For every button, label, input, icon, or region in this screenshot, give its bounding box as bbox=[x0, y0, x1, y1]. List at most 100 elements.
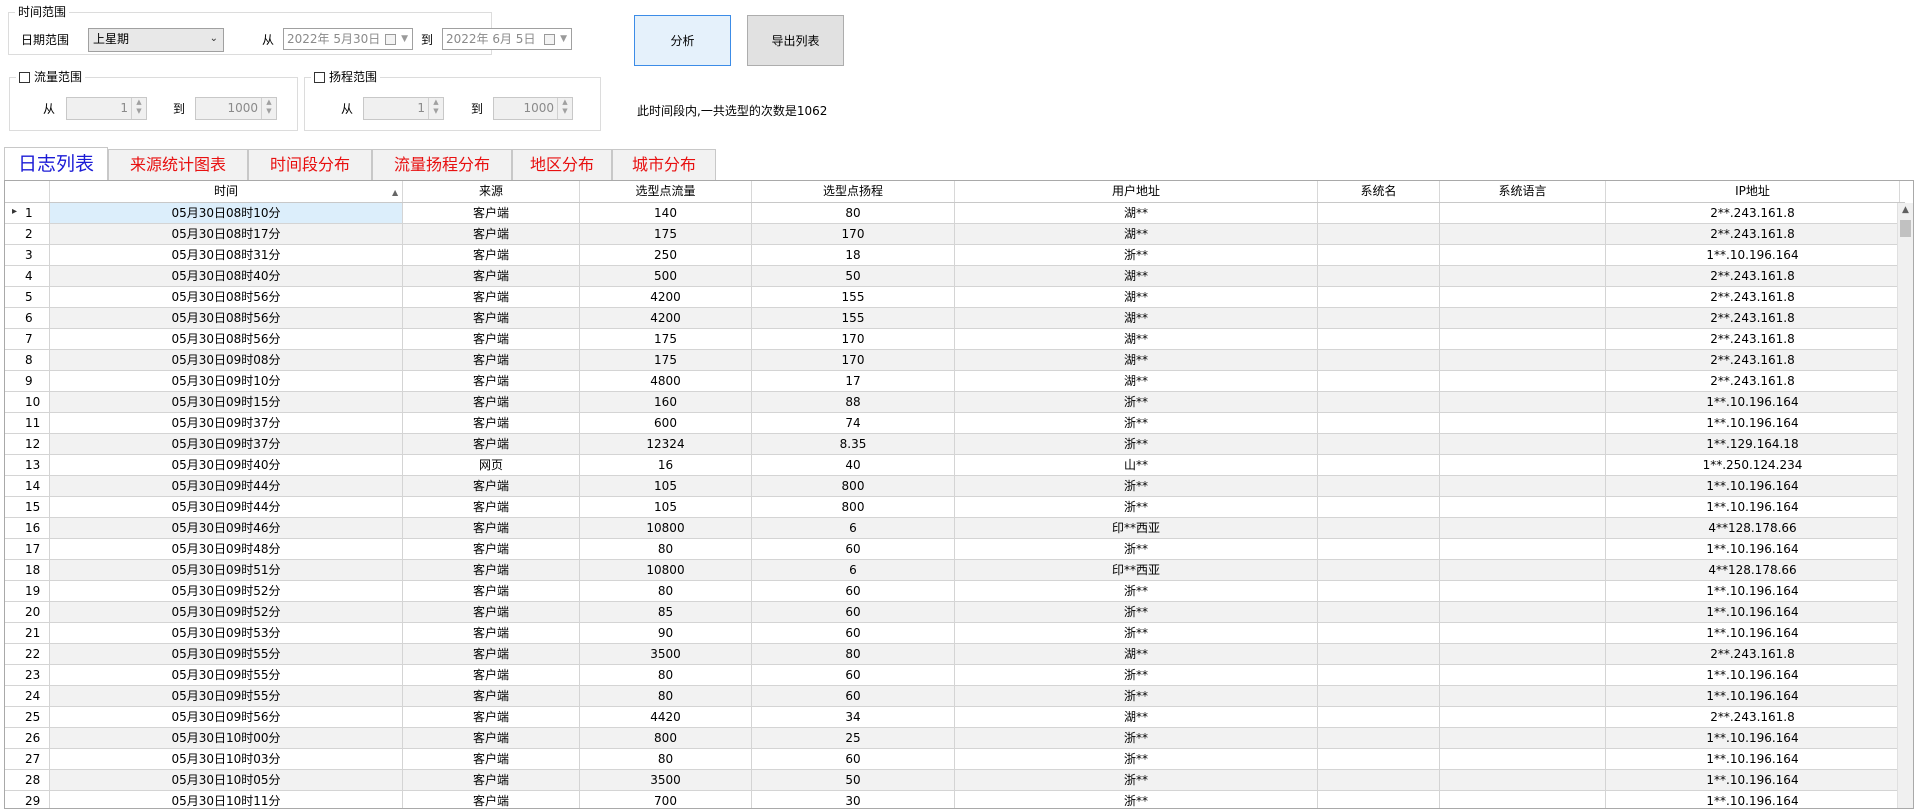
cell-time[interactable]: 05月30日09时55分 bbox=[50, 686, 403, 707]
table-row[interactable]: 1 05月30日08时10分 客户端 140 80 湖** 2**.243.161.8 ▸ bbox=[5, 203, 1900, 224]
cell-user-address[interactable]: 湖** bbox=[955, 266, 1318, 287]
table-row[interactable]: 11 05月30日09时37分 客户端 600 74 浙** 1**.10.196.164 bbox=[5, 413, 1900, 434]
cell-user-address[interactable]: 浙** bbox=[955, 497, 1318, 518]
cell-ip-address[interactable]: 1**.10.196.164 bbox=[1606, 476, 1900, 497]
cell-source[interactable]: 客户端 bbox=[403, 245, 580, 266]
cell-system-name[interactable] bbox=[1318, 707, 1440, 728]
cell-ip-address[interactable]: 2**.243.161.8 bbox=[1606, 329, 1900, 350]
flow-range-checkbox[interactable] bbox=[19, 71, 30, 83]
cell-user-address[interactable]: 湖** bbox=[955, 371, 1318, 392]
cell-system-language[interactable] bbox=[1440, 560, 1606, 581]
cell-flow[interactable]: 4200 bbox=[580, 287, 752, 308]
cell-source[interactable]: 客户端 bbox=[403, 497, 580, 518]
cell-system-language[interactable] bbox=[1440, 308, 1606, 329]
cell-source[interactable]: 客户端 bbox=[403, 266, 580, 287]
cell-time[interactable]: 05月30日09时15分 bbox=[50, 392, 403, 413]
cell-flow[interactable]: 140 bbox=[580, 203, 752, 224]
cell-system-language[interactable] bbox=[1440, 497, 1606, 518]
row-number[interactable]: 14 bbox=[5, 476, 50, 497]
cell-head[interactable]: 60 bbox=[752, 749, 955, 770]
from-date-picker[interactable]: 2022年 5月30日 ▼ bbox=[283, 28, 413, 50]
cell-system-name[interactable] bbox=[1318, 455, 1440, 476]
scroll-up-icon[interactable]: ▲ bbox=[1898, 205, 1913, 215]
table-row[interactable]: 9 05月30日09时10分 客户端 4800 17 湖** 2**.243.161.8 bbox=[5, 371, 1900, 392]
cell-head[interactable]: 8.35 bbox=[752, 434, 955, 455]
row-number[interactable]: 12 bbox=[5, 434, 50, 455]
cell-flow[interactable]: 12324 bbox=[580, 434, 752, 455]
cell-system-language[interactable] bbox=[1440, 392, 1606, 413]
cell-system-name[interactable] bbox=[1318, 518, 1440, 539]
cell-user-address[interactable]: 浙** bbox=[955, 623, 1318, 644]
scroll-thumb[interactable] bbox=[1900, 220, 1911, 237]
row-number[interactable]: 23 bbox=[5, 665, 50, 686]
cell-system-name[interactable] bbox=[1318, 665, 1440, 686]
cell-head[interactable]: 80 bbox=[752, 203, 955, 224]
cell-system-name[interactable] bbox=[1318, 749, 1440, 770]
cell-ip-address[interactable]: 1**.129.164.18 bbox=[1606, 434, 1900, 455]
tab-time-distribution[interactable]: 时间段分布 bbox=[248, 149, 372, 180]
export-list-button[interactable]: 导出列表 bbox=[747, 15, 844, 66]
cell-system-name[interactable] bbox=[1318, 560, 1440, 581]
cell-system-name[interactable] bbox=[1318, 287, 1440, 308]
table-row[interactable]: 23 05月30日09时55分 客户端 80 60 浙** 1**.10.196.164 bbox=[5, 665, 1900, 686]
cell-system-name[interactable] bbox=[1318, 623, 1440, 644]
cell-flow[interactable]: 80 bbox=[580, 686, 752, 707]
cell-source[interactable]: 客户端 bbox=[403, 203, 580, 224]
cell-system-language[interactable] bbox=[1440, 539, 1606, 560]
cell-head[interactable]: 60 bbox=[752, 539, 955, 560]
table-row[interactable]: 20 05月30日09时52分 客户端 85 60 浙** 1**.10.196.164 bbox=[5, 602, 1900, 623]
cell-ip-address[interactable]: 2**.243.161.8 bbox=[1606, 308, 1900, 329]
cell-ip-address[interactable]: 2**.243.161.8 bbox=[1606, 224, 1900, 245]
cell-ip-address[interactable]: 1**.10.196.164 bbox=[1606, 602, 1900, 623]
cell-time[interactable]: 05月30日10时03分 bbox=[50, 749, 403, 770]
cell-source[interactable]: 客户端 bbox=[403, 413, 580, 434]
table-row[interactable]: 12 05月30日09时37分 客户端 12324 8.35 浙** 1**.129.164… bbox=[5, 434, 1900, 455]
cell-head[interactable]: 18 bbox=[752, 245, 955, 266]
cell-head[interactable]: 25 bbox=[752, 728, 955, 749]
row-number[interactable]: 29 bbox=[5, 791, 50, 808]
cell-head[interactable]: 155 bbox=[752, 287, 955, 308]
cell-time[interactable]: 05月30日10时11分 bbox=[50, 791, 403, 808]
row-number[interactable]: 13 bbox=[5, 455, 50, 476]
row-number[interactable]: 25 bbox=[5, 707, 50, 728]
cell-time[interactable]: 05月30日09时53分 bbox=[50, 623, 403, 644]
cell-system-language[interactable] bbox=[1440, 749, 1606, 770]
cell-user-address[interactable]: 浙** bbox=[955, 476, 1318, 497]
cell-flow[interactable]: 80 bbox=[580, 665, 752, 686]
cell-system-name[interactable] bbox=[1318, 539, 1440, 560]
date-range-select[interactable]: 上星期 ⌄ bbox=[88, 28, 224, 52]
cell-head[interactable]: 170 bbox=[752, 329, 955, 350]
cell-ip-address[interactable]: 1**.10.196.164 bbox=[1606, 686, 1900, 707]
cell-time[interactable]: 05月30日09时46分 bbox=[50, 518, 403, 539]
cell-time[interactable]: 05月30日09时52分 bbox=[50, 581, 403, 602]
head-from-stepper[interactable]: 1 ▲ ▼ bbox=[363, 97, 444, 120]
cell-flow[interactable]: 175 bbox=[580, 329, 752, 350]
row-number[interactable]: 16 bbox=[5, 518, 50, 539]
cell-system-language[interactable] bbox=[1440, 266, 1606, 287]
cell-source[interactable]: 客户端 bbox=[403, 665, 580, 686]
table-row[interactable]: 5 05月30日08时56分 客户端 4200 155 湖** 2**.243.161.8 bbox=[5, 287, 1900, 308]
vertical-scrollbar[interactable]: ▲ bbox=[1897, 203, 1913, 808]
cell-time[interactable]: 05月30日10时00分 bbox=[50, 728, 403, 749]
cell-source[interactable]: 客户端 bbox=[403, 329, 580, 350]
table-row[interactable]: 4 05月30日08时40分 客户端 500 50 湖** 2**.243.161.8 bbox=[5, 266, 1900, 287]
row-number[interactable]: 19 bbox=[5, 581, 50, 602]
head-range-checkbox[interactable] bbox=[314, 71, 325, 83]
cell-user-address[interactable]: 浙** bbox=[955, 413, 1318, 434]
cell-ip-address[interactable]: 2**.243.161.8 bbox=[1606, 707, 1900, 728]
table-row[interactable]: 7 05月30日08时56分 客户端 175 170 湖** 2**.243.161.8 bbox=[5, 329, 1900, 350]
cell-flow[interactable]: 90 bbox=[580, 623, 752, 644]
cell-source[interactable]: 客户端 bbox=[403, 287, 580, 308]
cell-time[interactable]: 05月30日09时44分 bbox=[50, 497, 403, 518]
row-number[interactable]: 28 bbox=[5, 770, 50, 791]
cell-system-name[interactable] bbox=[1318, 434, 1440, 455]
cell-user-address[interactable]: 印**西亚 bbox=[955, 518, 1318, 539]
cell-user-address[interactable]: 浙** bbox=[955, 728, 1318, 749]
cell-user-address[interactable]: 浙** bbox=[955, 434, 1318, 455]
cell-system-language[interactable] bbox=[1440, 434, 1606, 455]
cell-system-name[interactable] bbox=[1318, 329, 1440, 350]
table-row[interactable]: 6 05月30日08时56分 客户端 4200 155 湖** 2**.243.161.8 bbox=[5, 308, 1900, 329]
cell-source[interactable]: 客户端 bbox=[403, 539, 580, 560]
cell-ip-address[interactable]: 1**.10.196.164 bbox=[1606, 581, 1900, 602]
cell-ip-address[interactable]: 1**.10.196.164 bbox=[1606, 497, 1900, 518]
